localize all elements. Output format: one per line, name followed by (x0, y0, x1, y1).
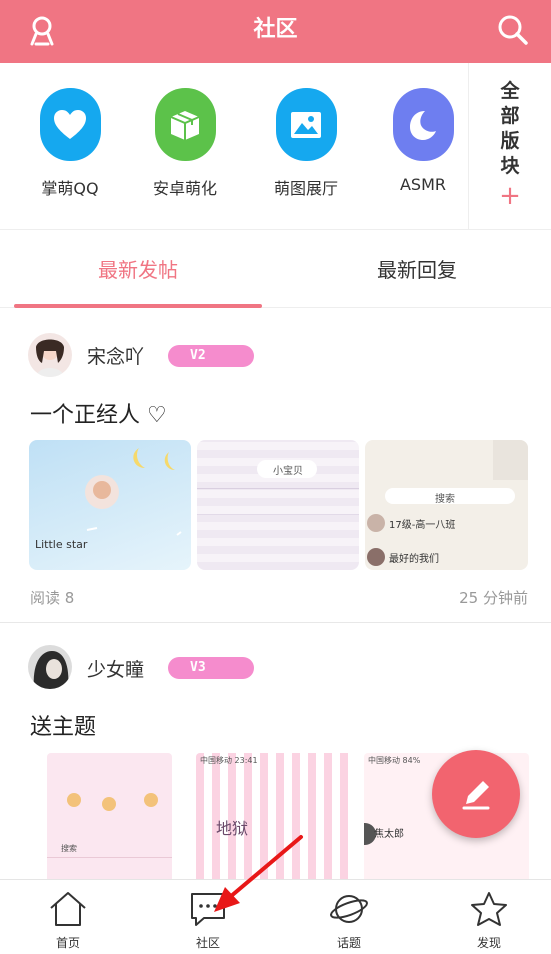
annotation-arrow (214, 835, 303, 912)
